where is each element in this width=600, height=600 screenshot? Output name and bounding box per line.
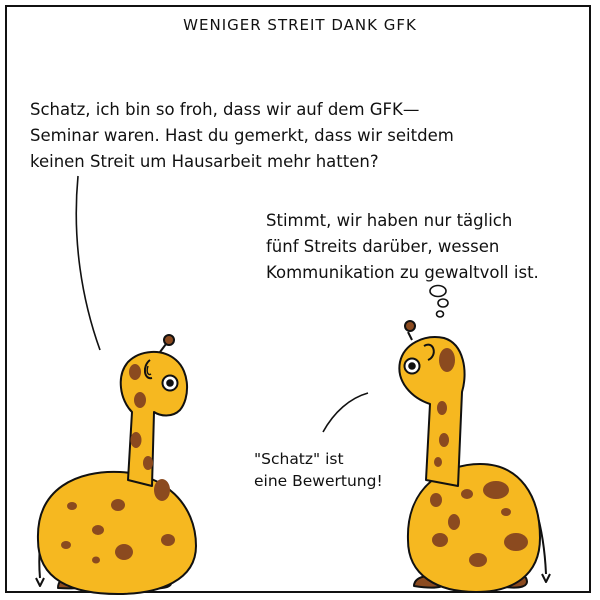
comic-artwork — [35, 175, 551, 595]
thought-bubbles — [429, 284, 449, 318]
small-speech-tail — [322, 392, 369, 433]
right-giraffe — [398, 320, 551, 593]
left-giraffe — [35, 334, 197, 595]
comic-panel: WENIGER STREIT DANK GFK Schatz, ich bin … — [0, 0, 600, 600]
left-speech-tail — [75, 175, 101, 351]
